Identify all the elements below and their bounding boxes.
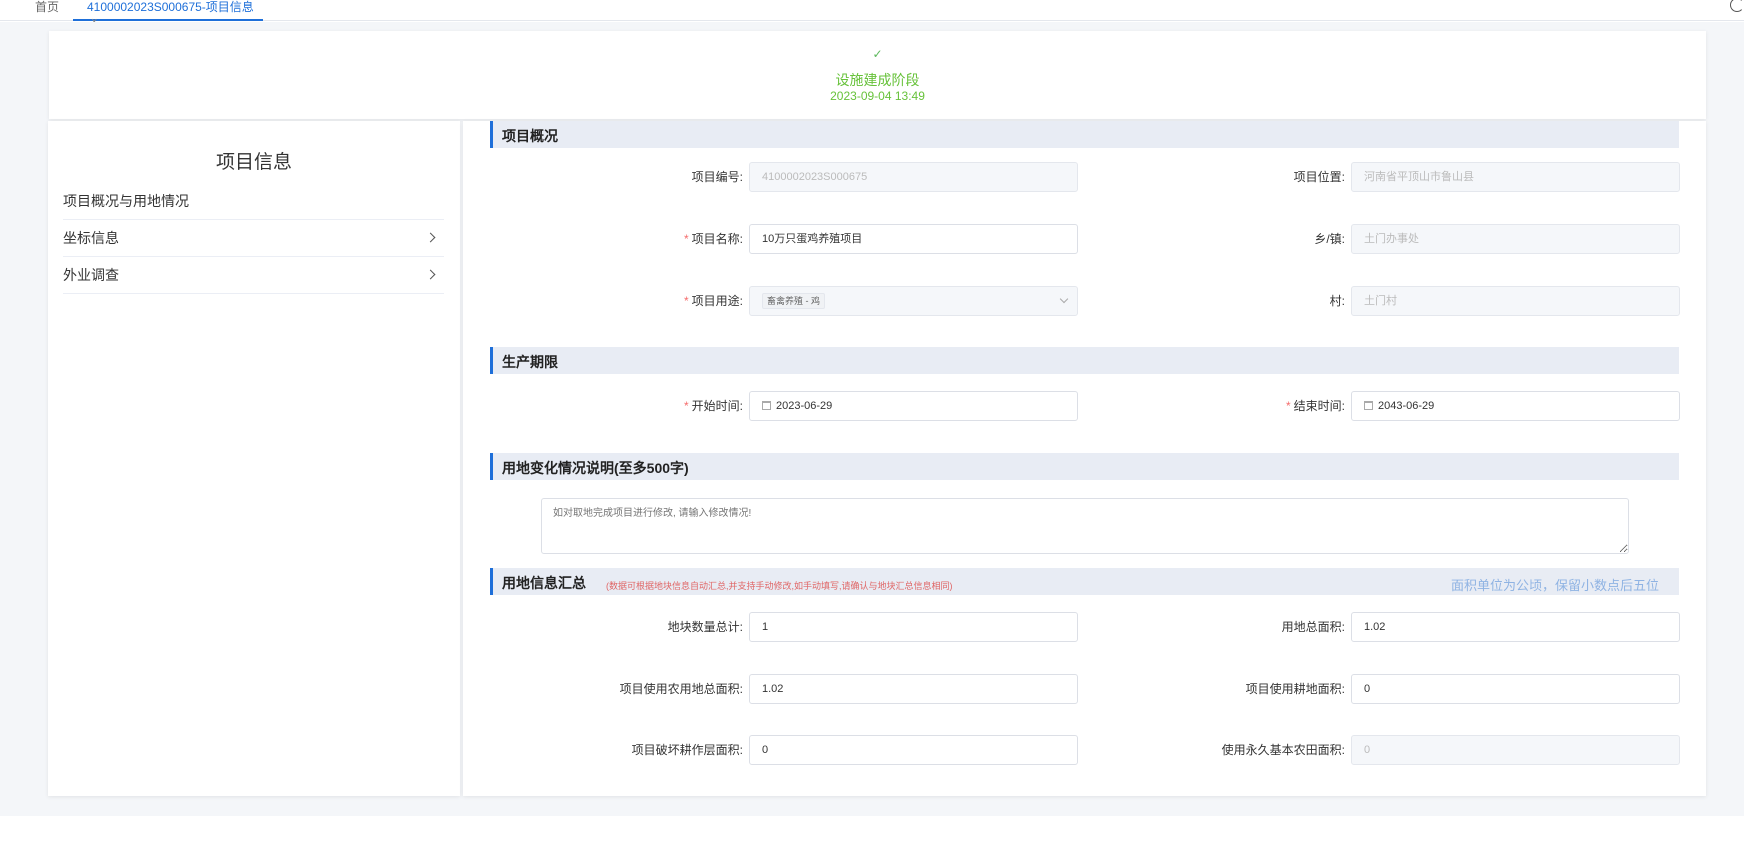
project-name-label: * 项目名称: (683, 232, 743, 246)
section-header-overview: 项目概况 (490, 121, 1679, 148)
sidebar-panel: 项目信息 项目概况与用地情况 坐标信息 外业调查 (48, 121, 460, 796)
area-unit-note: 面积单位为公顷，保留小数点后五位 (1450, 578, 1659, 593)
township-input[interactable]: 土门办事处 (1351, 224, 1680, 254)
basic-farmland-area-input[interactable]: 0 (1351, 735, 1680, 765)
project-code-input[interactable]: 4100002023S000675 (749, 162, 1078, 192)
project-name-input[interactable]: 10万只蛋鸡养殖项目 (749, 224, 1078, 254)
tab-bar: 首页 4100002023S000675-项目信息× (0, 0, 1744, 28)
calendar-icon (1364, 401, 1373, 410)
damaged-plough-area-label: 项目破坏耕作层面积: (631, 743, 743, 757)
section-title: 生产期限 (502, 354, 558, 370)
sidebar-item-label: 项目概况与用地情况 (63, 193, 189, 209)
total-area-label: 用地总面积: (1281, 620, 1345, 634)
sidebar-item-label: 外业调查 (63, 267, 119, 283)
land-change-textarea[interactable] (541, 498, 1629, 554)
end-date-picker[interactable]: 2043-06-29 (1351, 391, 1680, 421)
township-label: 乡/镇: (1314, 232, 1345, 246)
project-use-label: * 项目用途: (683, 294, 743, 308)
project-code-label: 项目编号: (691, 170, 743, 184)
stage-name: 设施建成阶段 (835, 72, 920, 88)
damaged-plough-area-input[interactable]: 0 (749, 735, 1078, 765)
section-note: (数据可根据地块信息自动汇总,并支持手动修改,如手动填写,请确认与地块汇总信息相… (606, 581, 953, 591)
sidebar-item-field-survey[interactable]: 外业调查 (63, 257, 444, 294)
chevron-right-icon (425, 269, 436, 280)
arable-land-area-input[interactable]: 0 (1351, 674, 1680, 704)
section-header-land-change: 用地变化情况说明(至多500字) (490, 453, 1679, 480)
check-icon: ✓ (872, 47, 883, 61)
village-input[interactable]: 土门村 (1351, 286, 1680, 316)
project-location-input[interactable]: 河南省平顶山市鲁山县 (1351, 162, 1680, 192)
stage-timestamp: 2023-09-04 13:49 (830, 89, 925, 103)
section-header-production-period: 生产期限 (490, 347, 1679, 374)
section-title: 用地信息汇总 (502, 575, 586, 591)
refresh-icon[interactable] (1730, 0, 1744, 12)
calendar-icon (762, 401, 771, 410)
project-use-select[interactable]: 畜禽养殖 - 鸡 (749, 286, 1078, 316)
basic-farmland-area-label: 使用永久基本农田面积: (1221, 743, 1345, 757)
main-form-panel: 项目概况 项目编号: 4100002023S000675 项目位置: 河南省平顶… (463, 121, 1706, 796)
selected-tag: 畜禽养殖 - 鸡 (762, 293, 825, 309)
total-area-input[interactable]: 1.02 (1351, 612, 1680, 642)
agri-land-area-input[interactable]: 1.02 (749, 674, 1078, 704)
arable-land-area-label: 项目使用耕地面积: (1245, 682, 1345, 696)
sidebar-item-label: 坐标信息 (63, 230, 119, 246)
start-date-picker[interactable]: 2023-06-29 (749, 391, 1078, 421)
parcel-count-input[interactable]: 1 (749, 612, 1078, 642)
tab-home[interactable]: 首页 (35, 0, 59, 21)
chevron-down-icon (1059, 294, 1069, 304)
tab-project-info-label: 4100002023S000675-项目信息 (87, 0, 254, 14)
end-date-label: * 结束时间: (1285, 399, 1345, 413)
village-label: 村: (1329, 294, 1345, 308)
sidebar-title: 项目信息 (215, 152, 292, 173)
start-date-label: * 开始时间: (683, 399, 743, 413)
section-title: 用地变化情况说明(至多500字) (502, 460, 689, 476)
tab-project-info[interactable]: 4100002023S000675-项目信息× (73, 0, 263, 28)
sidebar-item-overview[interactable]: 项目概况与用地情况 (63, 183, 444, 220)
project-location-label: 项目位置: (1293, 170, 1345, 184)
agri-land-area-label: 项目使用农用地总面积: (619, 682, 743, 696)
section-header-land-summary: 用地信息汇总 (数据可根据地块信息自动汇总,并支持手动修改,如手动填写,请确认与… (490, 568, 1679, 595)
parcel-count-label: 地块数量总计: (667, 620, 743, 634)
sidebar-item-coordinates[interactable]: 坐标信息 (63, 220, 444, 257)
section-title: 项目概况 (502, 128, 558, 144)
stage-status-card: ✓ 设施建成阶段 2023-09-04 13:49 (49, 31, 1706, 119)
chevron-right-icon (425, 232, 436, 243)
